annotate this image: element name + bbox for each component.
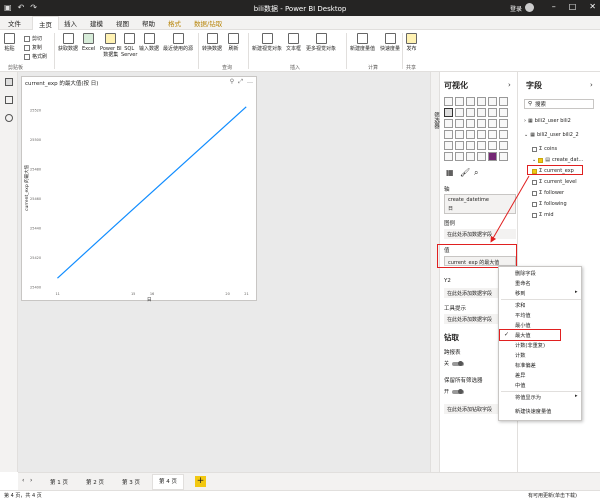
update-available-link[interactable]: 有可用更新(单击下载): [528, 492, 577, 499]
menu-remove-field[interactable]: 删除字段: [515, 270, 536, 277]
aggregation-context-menu: 删除字段 重命名 移到 ▸ 求和 平均值 最小值 ✓ 最大值 计数(非重复) 计…: [498, 266, 582, 421]
maximum-highlight-box: [499, 329, 561, 341]
add-page-button[interactable]: +: [195, 476, 206, 487]
prev-page-icon[interactable]: ‹: [22, 477, 24, 484]
submenu-arrow-icon: ▸: [575, 289, 578, 295]
menu-count[interactable]: 计数: [515, 352, 525, 359]
status-bar: 第 4 页，共 4 页 有可用更新(单击下载): [0, 490, 600, 500]
menu-new-quick-measure[interactable]: 新建快速度量值: [515, 408, 551, 415]
menu-average[interactable]: 平均值: [515, 312, 531, 319]
annotation-arrow: [490, 175, 530, 243]
menu-sum[interactable]: 求和: [515, 302, 525, 309]
page-tab-2[interactable]: 第 2 页: [80, 476, 110, 488]
page-tab-3[interactable]: 第 3 页: [116, 476, 146, 488]
menu-median[interactable]: 中值: [515, 382, 525, 389]
menu-minimum[interactable]: 最小值: [515, 322, 531, 329]
menu-std-dev[interactable]: 标准偏差: [515, 362, 536, 369]
next-page-icon[interactable]: ›: [30, 477, 32, 484]
menu-show-value-as[interactable]: 将值显示为: [515, 394, 541, 401]
menu-variance[interactable]: 差异: [515, 372, 525, 379]
page-tab-1[interactable]: 第 1 页: [44, 476, 74, 488]
page-tab-4[interactable]: 第 4 页: [152, 474, 184, 490]
menu-count-distinct[interactable]: 计数(非重复): [515, 342, 545, 349]
submenu-arrow-icon: ▸: [575, 393, 578, 399]
page-tabs-bar: ‹ › 第 1 页 第 2 页 第 3 页 第 4 页 +: [18, 472, 600, 490]
menu-rename[interactable]: 重命名: [515, 280, 531, 287]
menu-move[interactable]: 移到: [515, 290, 525, 297]
page-count-status: 第 4 页，共 4 页: [4, 493, 42, 499]
